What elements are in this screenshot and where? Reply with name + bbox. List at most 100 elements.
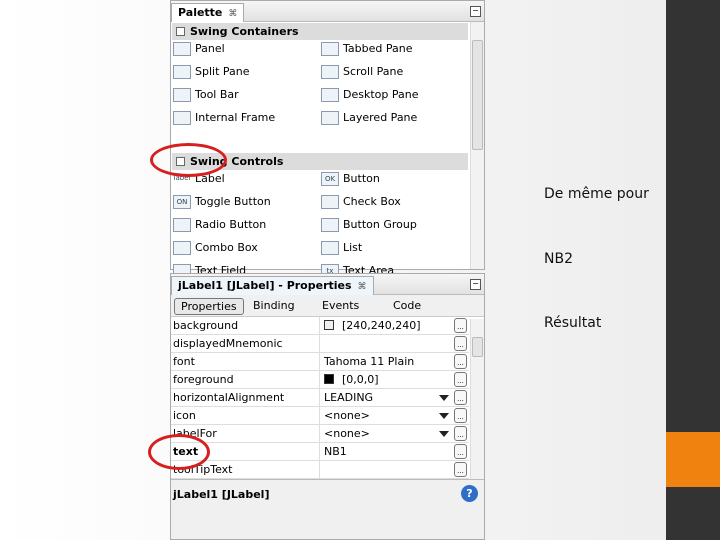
scroll-pane-icon bbox=[321, 65, 339, 79]
close-icon[interactable]: ⌘ bbox=[358, 282, 367, 292]
dropdown-arrow-icon[interactable] bbox=[439, 413, 449, 424]
palette-item[interactable]: Internal Frame bbox=[173, 108, 275, 128]
value-text: [0,0,0] bbox=[342, 373, 379, 386]
item-label: Desktop Pane bbox=[343, 88, 419, 101]
property-row[interactable]: labelFor <none>... bbox=[171, 425, 469, 443]
palette-item[interactable]: List bbox=[321, 238, 362, 258]
panel-icon bbox=[173, 42, 191, 56]
radio-button-icon bbox=[173, 218, 191, 232]
palette-item[interactable]: Tabbed Pane bbox=[321, 39, 412, 59]
property-name: background bbox=[173, 319, 239, 332]
edit-property-button[interactable]: ... bbox=[454, 336, 467, 351]
item-label: Internal Frame bbox=[195, 111, 276, 124]
property-value[interactable]: <none> bbox=[319, 407, 453, 424]
dropdown-arrow-icon[interactable] bbox=[439, 431, 449, 442]
item-label: List bbox=[343, 241, 363, 254]
palette-item[interactable]: Button Group bbox=[321, 215, 417, 235]
collapse-icon[interactable] bbox=[176, 27, 185, 36]
property-value[interactable]: NB1 bbox=[319, 443, 453, 460]
item-label: Layered Pane bbox=[343, 111, 418, 124]
edit-property-button[interactable]: ... bbox=[454, 408, 467, 423]
slide-accent-block bbox=[666, 432, 720, 487]
palette-item[interactable]: OK Button bbox=[321, 169, 380, 189]
help-icon[interactable]: ? bbox=[461, 485, 478, 502]
item-label: Button bbox=[343, 172, 380, 185]
property-value[interactable]: Tahoma 11 Plain bbox=[319, 353, 453, 370]
property-row[interactable]: background [240,240,240]... bbox=[171, 317, 469, 335]
property-value[interactable]: LEADING bbox=[319, 389, 453, 406]
property-name: displayedMnemonic bbox=[173, 337, 283, 350]
palette-scrollbar[interactable] bbox=[470, 22, 484, 269]
property-row[interactable]: toolTipText... bbox=[171, 461, 469, 479]
minimize-button[interactable]: − bbox=[470, 6, 481, 17]
palette-tab[interactable]: Palette ⌘ bbox=[171, 3, 245, 22]
edit-property-button[interactable]: ... bbox=[454, 318, 467, 333]
highlight-ring bbox=[148, 434, 210, 470]
tab-properties[interactable]: Properties bbox=[174, 298, 244, 315]
item-label: Button Group bbox=[343, 218, 417, 231]
property-value[interactable]: [0,0,0] bbox=[319, 371, 453, 388]
tab-events[interactable]: Events bbox=[322, 298, 359, 315]
property-value[interactable] bbox=[319, 335, 453, 352]
minimize-button[interactable]: − bbox=[470, 279, 481, 290]
property-name: icon bbox=[173, 409, 196, 422]
color-swatch bbox=[324, 320, 334, 330]
property-value[interactable] bbox=[319, 461, 453, 478]
palette-item[interactable]: Scroll Pane bbox=[321, 62, 403, 82]
palette-item[interactable]: Combo Box bbox=[173, 238, 258, 258]
palette-category[interactable]: Swing Containers bbox=[172, 23, 468, 40]
property-row[interactable]: text NB1... bbox=[171, 443, 469, 461]
palette-item[interactable]: Layered Pane bbox=[321, 108, 417, 128]
item-label: Check Box bbox=[343, 195, 401, 208]
check-box-icon bbox=[321, 195, 339, 209]
edit-property-button[interactable]: ... bbox=[454, 462, 467, 477]
property-name: font bbox=[173, 355, 195, 368]
edit-property-button[interactable]: ... bbox=[454, 372, 467, 387]
item-label: Combo Box bbox=[195, 241, 258, 254]
value-text: <none> bbox=[324, 427, 370, 440]
palette-item[interactable]: Panel bbox=[173, 39, 225, 59]
tool-bar-icon bbox=[173, 88, 191, 102]
palette-item[interactable]: Desktop Pane bbox=[321, 85, 418, 105]
tab-label: Palette bbox=[178, 6, 223, 19]
edit-property-button[interactable]: ... bbox=[454, 354, 467, 369]
property-row[interactable]: font Tahoma 11 Plain... bbox=[171, 353, 469, 371]
selected-component-label: jLabel1 [JLabel] bbox=[173, 488, 270, 501]
palette-item[interactable]: Tool Bar bbox=[173, 85, 239, 105]
property-value[interactable]: <none> bbox=[319, 425, 453, 442]
property-row[interactable]: horizontalAlignment LEADING... bbox=[171, 389, 469, 407]
highlight-ring bbox=[150, 143, 227, 177]
palette-item[interactable]: Split Pane bbox=[173, 62, 250, 82]
dropdown-arrow-icon[interactable] bbox=[439, 395, 449, 406]
tab-label: jLabel1 [JLabel] - Properties bbox=[178, 279, 352, 292]
palette-item[interactable]: Check Box bbox=[321, 192, 401, 212]
item-label: Tool Bar bbox=[195, 88, 239, 101]
properties-tab[interactable]: jLabel1 [JLabel] - Properties ⌘ bbox=[171, 276, 374, 295]
note-text: NB2 bbox=[544, 251, 573, 267]
category-label: Swing Containers bbox=[190, 25, 299, 38]
desktop-pane-icon bbox=[321, 88, 339, 102]
list-icon bbox=[321, 241, 339, 255]
palette-item[interactable]: ON Toggle Button bbox=[173, 192, 271, 212]
tab-binding[interactable]: Binding bbox=[253, 298, 295, 315]
property-name: horizontalAlignment bbox=[173, 391, 285, 404]
palette-item[interactable]: Radio Button bbox=[173, 215, 266, 235]
property-value[interactable]: [240,240,240] bbox=[319, 317, 453, 334]
property-row[interactable]: icon <none>... bbox=[171, 407, 469, 425]
combo-box-icon bbox=[173, 241, 191, 255]
value-text: [240,240,240] bbox=[342, 319, 421, 332]
edit-property-button[interactable]: ... bbox=[454, 444, 467, 459]
tab-code[interactable]: Code bbox=[393, 298, 421, 315]
edit-property-button[interactable]: ... bbox=[454, 426, 467, 441]
edit-property-button[interactable]: ... bbox=[454, 390, 467, 405]
property-name: foreground bbox=[173, 373, 234, 386]
property-row[interactable]: displayedMnemonic... bbox=[171, 335, 469, 353]
properties-scrollbar[interactable] bbox=[470, 319, 484, 479]
item-label: Panel bbox=[195, 42, 225, 55]
note-text: Résultat bbox=[544, 315, 602, 331]
toggle-button-icon: ON bbox=[173, 195, 191, 209]
item-label: Split Pane bbox=[195, 65, 250, 78]
property-row[interactable]: foreground [0,0,0]... bbox=[171, 371, 469, 389]
split-pane-icon bbox=[173, 65, 191, 79]
close-icon[interactable]: ⌘ bbox=[228, 9, 237, 19]
